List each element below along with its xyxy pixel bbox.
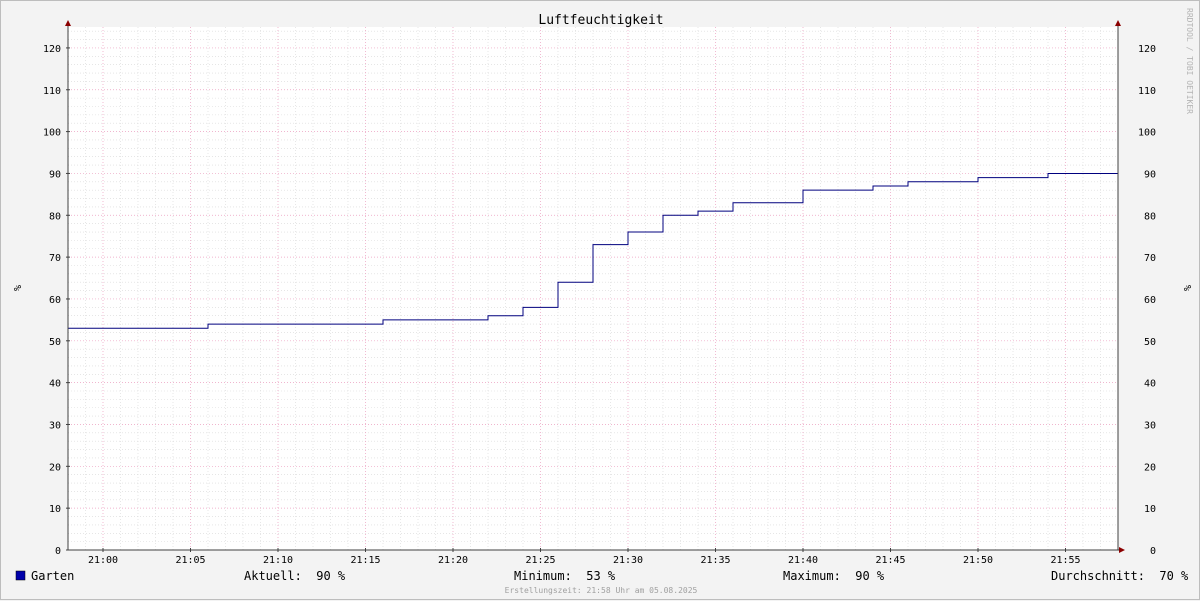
x-tick-label: 21:45	[875, 555, 905, 566]
y-tick-label-left: 0	[55, 546, 61, 557]
y-tick-label-right: 10	[1144, 504, 1156, 515]
legend-series-label: Garten	[31, 569, 74, 583]
y-axis-right-ticks: 0 10 20 30 40 50 60 70 80 90 100 110 120	[1138, 44, 1156, 557]
y-tick-label-right: 100	[1138, 128, 1156, 139]
x-tick-label: 21:10	[263, 555, 293, 566]
y-tick-label-left: 60	[49, 295, 61, 306]
y-tick-label-left: 70	[49, 253, 61, 264]
x-tick-label: 21:25	[525, 555, 555, 566]
y-tick-label-right: 0	[1150, 546, 1156, 557]
x-tick-label: 21:05	[175, 555, 205, 566]
y-tick-label-right: 20	[1144, 462, 1156, 473]
y-tick-label-right: 120	[1138, 44, 1156, 55]
y-tick-label-right: 30	[1144, 420, 1156, 431]
chart-panel: 0 10 20 30 40 50 60 70 80 90 100 110 120 0 10 20 30 40 50…	[0, 0, 1200, 600]
y-tick-label-right: 60	[1144, 295, 1156, 306]
x-tick-label: 21:55	[1050, 555, 1080, 566]
humidity-chart: 0 10 20 30 40 50 60 70 80 90 100 110 120 0 10 20 30 40 50…	[11, 8, 1194, 595]
y-tick-label-right: 50	[1144, 337, 1156, 348]
footer-timestamp: Erstellungszeit: 21:58 Uhr am 05.08.2025	[505, 586, 698, 595]
y-tick-label-left: 30	[49, 420, 61, 431]
y-tick-label-right: 110	[1138, 86, 1156, 97]
x-axis-arrow	[1119, 547, 1125, 553]
y-tick-label-right: 40	[1144, 379, 1156, 390]
legend-minimum: Minimum: 53 %	[514, 569, 616, 583]
y-tick-label-left: 110	[43, 86, 61, 97]
y-axis-right-label: %	[1181, 285, 1192, 291]
x-tick-label: 21:40	[788, 555, 818, 566]
y-tick-label-right: 90	[1144, 169, 1156, 180]
y-tick-label-left: 120	[43, 44, 61, 55]
y-tick-label-left: 90	[49, 169, 61, 180]
y-tick-label-left: 50	[49, 337, 61, 348]
x-tick-label: 21:50	[963, 555, 993, 566]
chart-title: Luftfeuchtigkeit	[538, 13, 663, 28]
legend-color-box	[15, 570, 26, 581]
x-tick-label: 21:35	[700, 555, 730, 566]
minor-grid	[68, 27, 1118, 550]
y-tick-label-right: 80	[1144, 211, 1156, 222]
legend-maximum: Maximum: 90 %	[783, 569, 885, 583]
legend-average: Durchschnitt: 70 %	[1051, 569, 1189, 583]
y-tick-label-left: 80	[49, 211, 61, 222]
x-axis-ticks: 21:00 21:05 21:10 21:15 21:20 21:25 21:30 21:35…	[88, 548, 1081, 566]
watermark: RRDTOOL / TOBI OETIKER	[1185, 8, 1194, 114]
x-tick-label: 21:20	[438, 555, 468, 566]
x-tick-label: 21:00	[88, 555, 118, 566]
y-tick-label-left: 20	[49, 462, 61, 473]
y-tick-label-left: 100	[43, 128, 61, 139]
x-tick-label: 21:30	[613, 555, 643, 566]
x-tick-label: 21:15	[350, 555, 380, 566]
y-tick-label-right: 70	[1144, 253, 1156, 264]
y-axis-left-ticks: 0 10 20 30 40 50 60 70 80 90 100 110 120	[43, 44, 70, 557]
y-tick-label-left: 10	[49, 504, 61, 515]
y-tick-label-left: 40	[49, 379, 61, 390]
y-axis-arrow-left	[65, 20, 71, 26]
y-axis-left-label: %	[11, 285, 22, 291]
y-axis-arrow-right	[1115, 20, 1121, 26]
legend-current: Aktuell: 90 %	[244, 569, 346, 583]
